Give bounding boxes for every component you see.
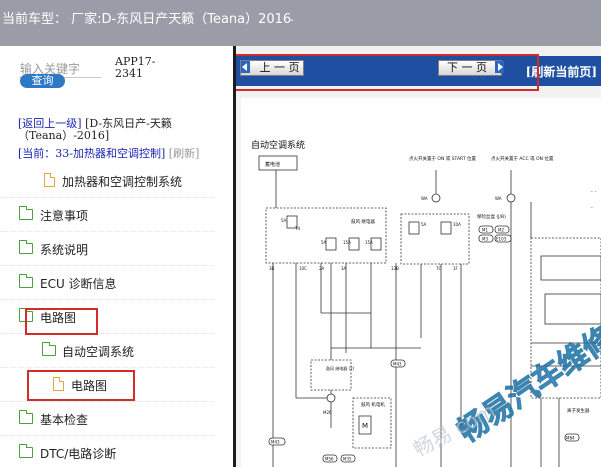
document-icon [44,173,55,187]
svg-text:鼓风 继电器: 鼓风 继电器 [351,218,375,225]
wiring-diagram-page: 自动空调系统 蓄电池 点火开关置于 ON 或 START 位置 点火开关置于 A… [241,98,601,467]
ign-on-label: 点火开关置于 ON 或 START 位置 [409,155,477,162]
svg-text:M3: M3 [482,237,488,242]
refresh-link[interactable]: [刷新] [169,147,200,160]
svg-text:鼓风 机电机: 鼓风 机电机 [361,401,385,408]
tree-item-basic-inspection[interactable]: 基本检查 [0,402,214,436]
breadcrumb: [返回上一级] [D-东风日产-天籁（Teana）-2016] [当前：33-加… [18,118,214,160]
left-panel: 输入关键字 查询 APP17-2341 [返回上一级] [D-东风日产-天籁（T… [0,46,233,467]
tree-item-ecu-diagnosis[interactable]: ECU 诊断信息 [0,266,214,300]
folder-icon [42,342,56,356]
tree-item-dtc-diagnosis[interactable]: DTC/电路诊断 [0,436,214,467]
tree-item-precautions[interactable]: 注意事项 [0,198,214,232]
wiring-diagram: 自动空调系统 蓄电池 点火开关置于 ON 或 START 位置 点火开关置于 A… [251,139,601,467]
svg-text:M26: M26 [323,410,332,415]
svg-text:10C: 10C [299,266,307,271]
svg-text:2A: 2A [319,266,325,271]
svg-text:5A: 5A [421,222,427,227]
wa2-label: WA [495,196,502,201]
battery-label: 蓄电池 [265,161,280,168]
folder-icon [19,240,33,254]
tree-item-label: 注意事项 [40,209,89,223]
svg-text:10A: 10A [453,222,461,227]
svg-text:1F: 1F [453,266,459,271]
folder-icon [19,444,33,458]
current-section-link[interactable]: [当前：33-加热器和空调控制] [18,147,165,160]
tree-item-heater-ac-system[interactable]: 加热器和空调控制系统 [0,164,214,198]
svg-text:M2: M2 [498,228,504,233]
acc-on-label: 点火开关置于 ACC 或 ON 位置 [491,155,554,162]
title-dot: . [290,10,294,24]
svg-text:鼓风 继电器 (2): 鼓风 继电器 (2) [326,365,355,371]
svg-text:M: M [362,422,368,430]
tree-item-label: 系统说明 [40,243,89,257]
folder-icon [19,274,33,288]
tree-item-auto-ac-system[interactable]: 自动空调系统 [0,334,214,368]
tree-item-label: 加热器和空调控制系统 [62,175,183,189]
diagram-title: 自动空调系统 [251,139,305,151]
folder-icon [19,410,33,424]
svg-text:13B: 13B [391,266,399,271]
tree-item-label: ECU 诊断信息 [40,277,117,291]
svg-text:·: · [591,205,593,212]
app-id: APP17-2341 [115,55,156,80]
folder-icon [19,206,33,220]
highlight-box-wiring-folder [25,308,98,335]
document-viewer: 上 一 页 下 一 页 [刷新当前页] 自动空调系统 蓄电池 点火开关置于 ON… [236,46,601,467]
svg-text:15A: 15A [365,240,373,245]
svg-text:离子发生器: 离子发生器 [567,407,590,414]
tree-item-label: 基本检查 [40,413,89,427]
svg-text:M1: M1 [482,228,488,233]
current-model-title: 当前车型： 厂家:D-东风日产天籁（Teana）2016 [2,12,292,27]
svg-text:· ·: · · [591,189,597,196]
query-button[interactable]: 查询 [20,74,65,88]
highlight-box-wiring-doc [27,370,135,401]
tree-item-label: DTC/电路诊断 [40,447,117,461]
svg-text:M43: M43 [393,362,402,367]
svg-text:5A: 5A [281,218,287,223]
svg-text:M43: M43 [271,440,280,445]
svg-text:M84: M84 [566,436,575,441]
svg-text:3B: 3B [269,266,275,271]
wa-label: WA [421,196,428,201]
tree-item-system-description[interactable]: 系统说明 [0,232,214,266]
svg-text:M35: M35 [343,457,352,462]
tree-item-label: 自动空调系统 [62,345,135,359]
title-bar: 当前车型： 厂家:D-东风日产天籁（Teana）2016 . [0,0,601,46]
svg-text:5A: 5A [321,240,327,245]
svg-text:E103: E103 [496,237,507,242]
svg-text:M56: M56 [325,457,334,462]
highlight-box-page-nav [236,54,539,91]
svg-text:保险丝盒 (J/B): 保险丝盒 (J/B) [477,213,506,220]
svg-text:15A: 15A [343,240,351,245]
svg-text:T4: T4 [294,226,300,231]
